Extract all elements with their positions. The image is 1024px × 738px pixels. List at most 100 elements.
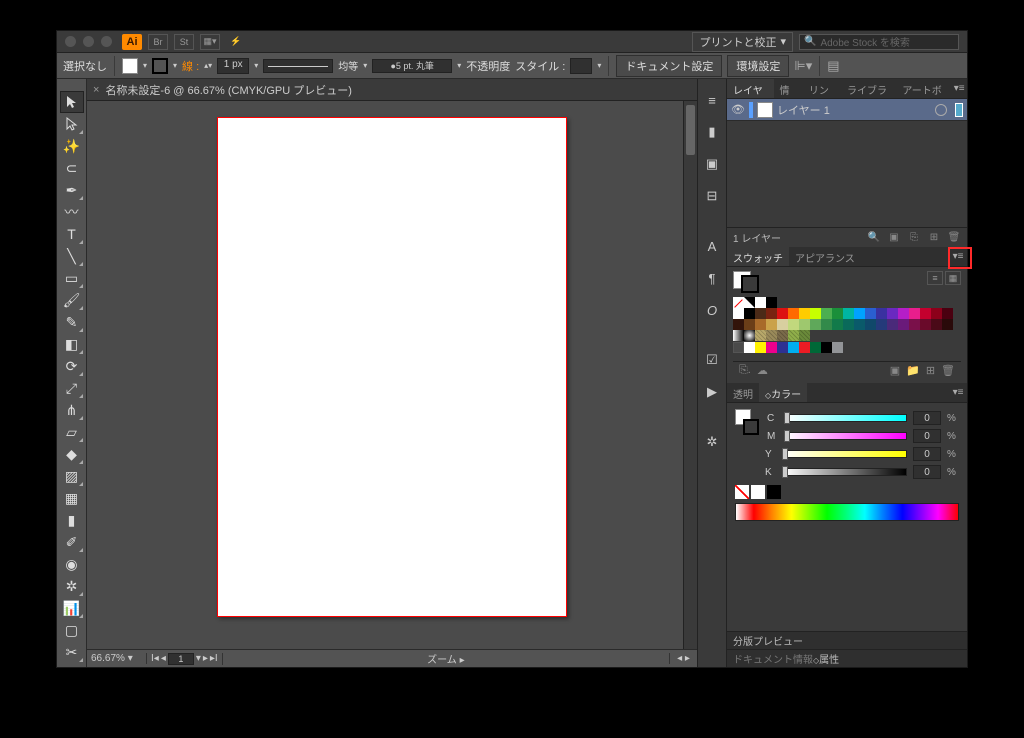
swatch[interactable] <box>821 308 832 319</box>
gpu-icon[interactable]: ⚡ <box>226 34 246 50</box>
document-tab[interactable]: 名称未設定-6 @ 66.67% (CMYK/GPU プレビュー) <box>105 82 351 98</box>
canvas[interactable] <box>87 101 683 649</box>
brush-dropdown[interactable]: ● 5 pt. 丸筆 <box>372 59 452 73</box>
zoom-window-button[interactable] <box>101 36 112 47</box>
dock-align-icon[interactable]: ⊟ <box>701 185 723 207</box>
swatch-list-view-icon[interactable]: ≡ <box>927 271 943 285</box>
swatch[interactable] <box>876 308 887 319</box>
direct-selection-tool[interactable] <box>60 113 84 135</box>
control-bar-menu-icon[interactable]: ▤ <box>827 58 839 74</box>
delete-layer-icon[interactable]: 🗑 <box>947 232 961 243</box>
swatch-libraries-menu-icon[interactable]: ⎘. <box>739 364 751 377</box>
swatch[interactable] <box>920 308 931 319</box>
tab-document-info[interactable]: ドキュメント情報 <box>733 651 813 666</box>
swatch[interactable] <box>931 319 942 330</box>
swatch[interactable] <box>854 308 865 319</box>
swatches-grid[interactable] <box>733 297 953 353</box>
swatches-panel-menu-icon[interactable]: ▾≡ <box>949 247 967 266</box>
artboard[interactable] <box>217 117 567 617</box>
swatch[interactable] <box>832 319 843 330</box>
swatch[interactable] <box>744 308 755 319</box>
swatch[interactable] <box>733 297 744 308</box>
white-chip[interactable] <box>751 485 765 499</box>
artboard-navigation[interactable]: I◂◂1▾▸▸I <box>147 653 223 665</box>
swatch[interactable] <box>777 330 788 341</box>
pencil-tool[interactable]: ✎ <box>60 311 84 333</box>
stock-search-input[interactable]: 🔍 Adobe Stock を検索 <box>799 34 959 50</box>
dock-paragraph-icon[interactable]: ¶ <box>701 267 723 289</box>
swatch[interactable] <box>799 342 810 353</box>
swatch[interactable] <box>733 308 744 319</box>
swatch[interactable] <box>788 342 799 353</box>
dock-character-icon[interactable]: A <box>701 235 723 257</box>
swatch[interactable] <box>799 330 810 341</box>
tab-transparency[interactable]: 透明 <box>727 383 759 402</box>
swatch[interactable] <box>777 342 788 353</box>
swatch[interactable] <box>755 330 766 341</box>
swatch[interactable] <box>821 342 832 353</box>
dock-navigator-icon[interactable]: ✲ <box>701 431 723 453</box>
locate-object-icon[interactable]: 🔍 <box>867 232 881 243</box>
layer-target-icon[interactable] <box>935 104 947 116</box>
color-group-folder-icon[interactable] <box>733 342 744 353</box>
gradient-tool[interactable]: ▮ <box>60 509 84 531</box>
swatch[interactable] <box>788 330 799 341</box>
swatch[interactable] <box>832 342 843 353</box>
swatch[interactable] <box>854 319 865 330</box>
swatch[interactable] <box>909 308 920 319</box>
new-color-group-icon[interactable]: 📁 <box>906 364 920 377</box>
symbol-sprayer-tool[interactable]: ✲ <box>60 575 84 597</box>
stroke-profile-dropdown[interactable] <box>263 59 333 73</box>
swatch[interactable] <box>821 319 832 330</box>
minimize-window-button[interactable] <box>83 36 94 47</box>
swatch[interactable] <box>909 319 920 330</box>
yellow-slider[interactable] <box>783 450 907 458</box>
stroke-width-input[interactable]: 1 px <box>217 58 249 74</box>
swatch[interactable] <box>744 342 755 353</box>
swatch[interactable] <box>755 297 766 308</box>
tab-links[interactable]: リンク <box>803 79 841 98</box>
scale-tool[interactable]: ⤢ <box>60 377 84 399</box>
cyan-slider[interactable] <box>785 414 907 422</box>
black-input[interactable]: 0 <box>913 465 941 479</box>
tab-artboards[interactable]: アートボー <box>896 79 951 98</box>
perspective-grid-tool[interactable]: ▨ <box>60 465 84 487</box>
swatch[interactable] <box>799 308 810 319</box>
swatch[interactable] <box>810 308 821 319</box>
swatch[interactable] <box>799 319 810 330</box>
black-slider[interactable] <box>783 468 907 476</box>
swatch[interactable] <box>755 308 766 319</box>
line-segment-tool[interactable]: ╲ <box>60 245 84 267</box>
swatch[interactable] <box>887 319 898 330</box>
none-color-chip[interactable] <box>735 485 749 499</box>
swatch[interactable] <box>755 319 766 330</box>
document-setup-button[interactable]: ドキュメント設定 <box>616 55 722 77</box>
dock-menu-icon[interactable]: ≡ <box>701 89 723 111</box>
stock-button[interactable]: St <box>174 34 194 50</box>
width-tool[interactable]: ⋔ <box>60 399 84 421</box>
shape-builder-tool[interactable]: ◆ <box>60 443 84 465</box>
create-sublayer-icon[interactable]: ⎘ <box>907 232 921 243</box>
color-spectrum[interactable] <box>735 503 959 521</box>
layer-row[interactable]: 👁 レイヤー 1 <box>727 99 967 121</box>
swatch[interactable] <box>843 319 854 330</box>
close-window-button[interactable] <box>65 36 76 47</box>
magenta-input[interactable]: 0 <box>913 429 941 443</box>
swatch-gradient[interactable] <box>744 330 755 341</box>
lasso-tool[interactable]: ⊂ <box>60 157 84 179</box>
dock-opentype-icon[interactable]: O <box>701 299 723 321</box>
align-menu-icon[interactable]: ⊫▾ <box>794 58 812 74</box>
tab-attributes[interactable]: ◇属性 <box>813 651 847 666</box>
color-fill-stroke[interactable] <box>735 409 759 435</box>
status-center-label[interactable]: ズーム ▸ <box>223 651 669 666</box>
close-tab-button[interactable]: × <box>93 84 99 96</box>
swatch[interactable] <box>744 297 755 308</box>
swatch[interactable] <box>766 308 777 319</box>
swatch[interactable] <box>843 308 854 319</box>
swatch-grid-view-icon[interactable]: ▦ <box>945 271 961 285</box>
swatch[interactable] <box>788 308 799 319</box>
make-clipping-mask-icon[interactable]: ▣ <box>887 232 901 243</box>
layers-panel-menu-icon[interactable]: ▾≡ <box>951 79 967 98</box>
swatch[interactable] <box>777 308 788 319</box>
tab-layers[interactable]: レイヤー <box>727 79 774 98</box>
